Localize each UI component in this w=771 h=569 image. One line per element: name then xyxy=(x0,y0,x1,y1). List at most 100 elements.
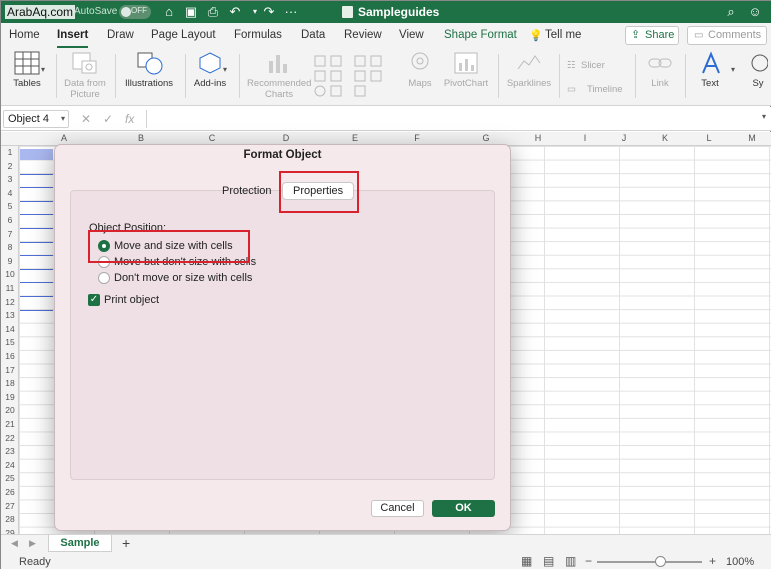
row-header[interactable]: 24 xyxy=(1,459,19,472)
column-header[interactable]: J xyxy=(606,133,642,143)
column-header[interactable]: E xyxy=(337,133,373,143)
row-header[interactable]: 14 xyxy=(1,323,19,336)
row-header[interactable]: 13 xyxy=(1,309,19,322)
tell-me[interactable]: Tell me xyxy=(545,29,581,41)
row-header[interactable]: 16 xyxy=(1,350,19,363)
next-sheet-icon[interactable]: ▶ xyxy=(29,538,36,549)
tab-page-layout[interactable]: Page Layout xyxy=(151,29,216,41)
save-icon[interactable]: ▣ xyxy=(183,4,199,20)
row-header[interactable]: 21 xyxy=(1,418,19,431)
zoom-level[interactable]: 100% xyxy=(726,556,754,568)
enter-icon[interactable]: ✓ xyxy=(103,112,113,126)
name-box-dropdown-icon[interactable]: ▾ xyxy=(61,111,65,127)
data-from-picture-button[interactable]: Data from Picture xyxy=(61,51,109,100)
column-header[interactable]: B xyxy=(123,133,159,143)
row-header[interactable]: 4 xyxy=(1,187,19,200)
page-layout-view-icon[interactable]: ▤ xyxy=(543,554,554,568)
link-button[interactable]: Link xyxy=(643,51,677,89)
zoom-out-icon[interactable]: − xyxy=(585,554,592,568)
row-header[interactable]: 17 xyxy=(1,364,19,377)
pivotchart-button[interactable]: PivotChart xyxy=(441,51,491,89)
maps-button[interactable]: Maps xyxy=(405,51,435,89)
fx-icon[interactable]: fx xyxy=(125,112,134,126)
tab-insert[interactable]: Insert xyxy=(57,29,89,49)
row-header[interactable]: 27 xyxy=(1,500,19,513)
recommended-charts-button[interactable]: Recommended Charts xyxy=(247,51,311,100)
symbols-button[interactable]: Sy xyxy=(746,51,770,89)
chart-types-icon[interactable] xyxy=(313,54,345,101)
name-box[interactable]: Object 4 ▾ xyxy=(3,110,69,128)
column-header[interactable]: G xyxy=(468,133,504,143)
row-header[interactable]: 29 xyxy=(1,527,19,534)
row-header[interactable]: 8 xyxy=(1,241,19,254)
undo-icon[interactable]: ↶ xyxy=(227,4,243,20)
row-header[interactable]: 5 xyxy=(1,200,19,213)
search-icon[interactable]: ⌕ xyxy=(723,4,739,20)
print-object-checkbox[interactable]: ✓ Print object xyxy=(88,293,208,307)
row-header[interactable]: 20 xyxy=(1,404,19,417)
column-header[interactable]: A xyxy=(46,133,82,143)
text-dropdown-icon[interactable]: ▾ xyxy=(731,64,735,75)
row-header[interactable]: 7 xyxy=(1,228,19,241)
row-header[interactable]: 12 xyxy=(1,296,19,309)
tab-home[interactable]: Home xyxy=(9,29,40,41)
row-header[interactable]: 22 xyxy=(1,432,19,445)
column-header[interactable]: D xyxy=(268,133,304,143)
account-icon[interactable]: ☺ xyxy=(747,4,763,20)
column-header[interactable]: L xyxy=(691,133,727,143)
zoom-slider-handle[interactable] xyxy=(655,556,666,567)
more-icon[interactable]: ··· xyxy=(283,4,299,20)
redo-icon[interactable]: ↷ xyxy=(261,4,277,20)
row-header[interactable]: 6 xyxy=(1,214,19,227)
radio-dont-move-or-size[interactable]: Don't move or size with cells xyxy=(98,271,318,285)
column-header[interactable]: H xyxy=(520,133,556,143)
illustrations-button[interactable]: Illustrations xyxy=(120,51,178,89)
slicer-button[interactable]: ☷ Slicer xyxy=(567,60,617,71)
tab-review[interactable]: Review xyxy=(344,29,382,41)
row-header[interactable]: 10 xyxy=(1,268,19,281)
timeline-button[interactable]: ▭ Timeline xyxy=(567,84,629,95)
tab-protection[interactable]: Protection xyxy=(222,185,272,197)
add-sheet-icon[interactable]: + xyxy=(122,535,130,551)
text-button[interactable]: Text xyxy=(693,51,727,89)
comments-button[interactable]: ▭ Comments xyxy=(687,26,767,45)
zoom-slider-track[interactable] xyxy=(597,561,702,563)
expand-formula-icon[interactable]: ▾ xyxy=(762,112,766,121)
row-header[interactable]: 15 xyxy=(1,336,19,349)
row-header[interactable]: 9 xyxy=(1,255,19,268)
cancel-button[interactable]: Cancel xyxy=(371,500,424,517)
prev-sheet-icon[interactable]: ◀ xyxy=(11,538,18,549)
sparklines-button[interactable]: Sparklines xyxy=(505,51,553,89)
ok-button[interactable]: OK xyxy=(432,500,495,517)
row-header[interactable]: 19 xyxy=(1,391,19,404)
tables-dropdown-icon[interactable]: ▾ xyxy=(41,64,45,75)
row-header[interactable]: 11 xyxy=(1,282,19,295)
tab-data[interactable]: Data xyxy=(301,29,325,41)
tab-view[interactable]: View xyxy=(399,29,424,41)
column-header[interactable]: I xyxy=(567,133,603,143)
normal-view-icon[interactable]: ▦ xyxy=(521,554,532,568)
home-icon[interactable]: ⌂ xyxy=(161,4,177,20)
row-header[interactable]: 25 xyxy=(1,472,19,485)
add-ins-dropdown-icon[interactable]: ▾ xyxy=(223,64,227,75)
share-button[interactable]: ⇪ Share xyxy=(625,26,679,45)
row-header[interactable]: 2 xyxy=(1,160,19,173)
column-header[interactable]: C xyxy=(194,133,230,143)
row-header[interactable]: 26 xyxy=(1,486,19,499)
autosave-toggle[interactable]: OFF xyxy=(119,5,151,19)
tab-shape-format[interactable]: Shape Format xyxy=(444,29,517,41)
tab-formulas[interactable]: Formulas xyxy=(234,29,282,41)
zoom-in-icon[interactable]: + xyxy=(709,554,716,568)
column-header[interactable]: M xyxy=(734,133,770,143)
row-header[interactable]: 28 xyxy=(1,513,19,526)
selected-shape-column[interactable] xyxy=(20,146,53,316)
column-header[interactable]: K xyxy=(647,133,683,143)
print-icon[interactable]: ⎙ xyxy=(205,4,221,20)
tab-draw[interactable]: Draw xyxy=(107,29,134,41)
row-header[interactable]: 3 xyxy=(1,173,19,186)
row-header[interactable]: 1 xyxy=(1,146,19,159)
page-break-view-icon[interactable]: ▥ xyxy=(565,554,576,568)
sheet-tab-sample[interactable]: Sample xyxy=(48,535,112,552)
row-header[interactable]: 18 xyxy=(1,377,19,390)
column-header[interactable]: F xyxy=(399,133,435,143)
